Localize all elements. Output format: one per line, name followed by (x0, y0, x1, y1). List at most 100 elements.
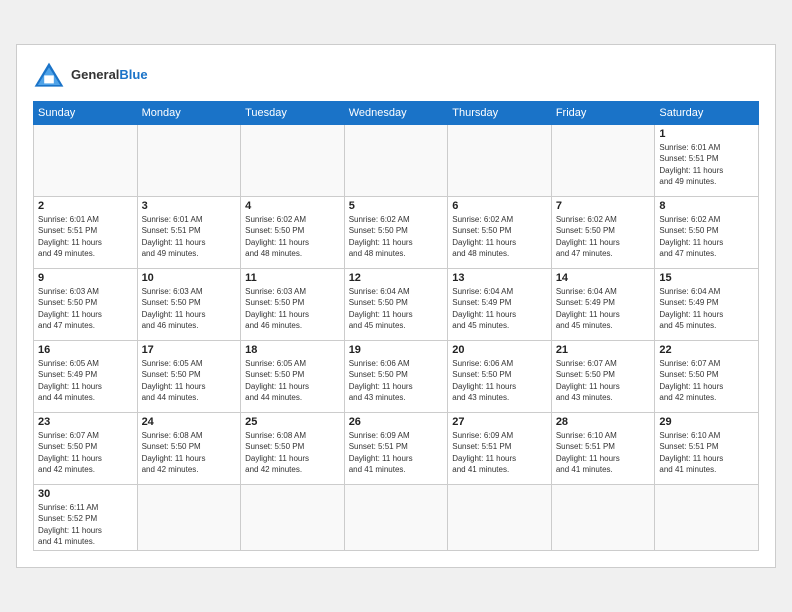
day-cell: 10 Sunrise: 6:03 AM Sunset: 5:50 PM Dayli… (137, 269, 241, 341)
day-number: 11 (245, 272, 340, 284)
day-cell: 13Sunrise: 6:04 AM Sunset: 5:49 PM Dayli… (448, 269, 552, 341)
day-cell: 8 Sunrise: 6:02 AM Sunset: 5:50 PM Daylig… (655, 197, 759, 269)
day-cell (137, 485, 241, 551)
day-info: Sunrise: 6:05 AM Sunset: 5:50 PM Dayligh… (245, 358, 340, 403)
day-cell (344, 485, 448, 551)
day-info: Sunrise: 6:02 AM Sunset: 5:50 PM Dayligh… (556, 214, 651, 259)
day-info: Sunrise: 6:07 AM Sunset: 5:50 PM Dayligh… (556, 358, 651, 403)
day-info: Sunrise: 6:05 AM Sunset: 5:49 PM Dayligh… (38, 358, 133, 403)
day-cell (137, 125, 241, 197)
day-cell (34, 125, 138, 197)
day-cell (551, 485, 655, 551)
day-cell (241, 485, 345, 551)
day-info: Sunrise: 6:03 AM Sunset: 5:50 PM Dayligh… (38, 286, 133, 331)
week-row-6: 30 Sunrise: 6:11 AM Sunset: 5:52 PM Dayli… (34, 485, 759, 551)
day-info: Sunrise: 6:04 AM Sunset: 5:49 PM Dayligh… (659, 286, 754, 331)
day-cell: 15 Sunrise: 6:04 AM Sunset: 5:49 PM Dayli… (655, 269, 759, 341)
day-cell: 27Sunrise: 6:09 AM Sunset: 5:51 PM Dayli… (448, 413, 552, 485)
day-cell: 1Sunrise: 6:01 AM Sunset: 5:51 PM Daylig… (655, 125, 759, 197)
day-number: 1 (659, 128, 754, 140)
calendar-table: SundayMondayTuesdayWednesdayThursdayFrid… (33, 101, 759, 551)
day-cell: 17 Sunrise: 6:05 AM Sunset: 5:50 PM Dayli… (137, 341, 241, 413)
day-info: Sunrise: 6:03 AM Sunset: 5:50 PM Dayligh… (142, 286, 237, 331)
day-cell: 12 Sunrise: 6:04 AM Sunset: 5:50 PM Dayli… (344, 269, 448, 341)
day-number: 22 (659, 344, 754, 356)
day-cell: 20Sunrise: 6:06 AM Sunset: 5:50 PM Dayli… (448, 341, 552, 413)
day-cell: 6 Sunrise: 6:02 AM Sunset: 5:50 PM Daylig… (448, 197, 552, 269)
day-cell: 30 Sunrise: 6:11 AM Sunset: 5:52 PM Dayli… (34, 485, 138, 551)
day-info: Sunrise: 6:08 AM Sunset: 5:50 PM Dayligh… (142, 430, 237, 475)
day-cell: 4 Sunrise: 6:02 AM Sunset: 5:50 PM Daylig… (241, 197, 345, 269)
day-info: Sunrise: 6:07 AM Sunset: 5:50 PM Dayligh… (38, 430, 133, 475)
day-info: Sunrise: 6:10 AM Sunset: 5:51 PM Dayligh… (556, 430, 651, 475)
day-cell: 23 Sunrise: 6:07 AM Sunset: 5:50 PM Dayli… (34, 413, 138, 485)
weekday-header-tuesday: Tuesday (241, 102, 345, 125)
day-number: 17 (142, 344, 237, 356)
day-cell: 11 Sunrise: 6:03 AM Sunset: 5:50 PM Dayli… (241, 269, 345, 341)
day-number: 4 (245, 200, 340, 212)
day-number: 29 (659, 416, 754, 428)
day-info: Sunrise: 6:06 AM Sunset: 5:50 PM Dayligh… (452, 358, 547, 403)
week-row-3: 9Sunrise: 6:03 AM Sunset: 5:50 PM Daylig… (34, 269, 759, 341)
weekday-header-friday: Friday (551, 102, 655, 125)
day-number: 16 (38, 344, 133, 356)
day-cell: 25Sunrise: 6:08 AM Sunset: 5:50 PM Dayli… (241, 413, 345, 485)
day-cell (448, 485, 552, 551)
day-info: Sunrise: 6:02 AM Sunset: 5:50 PM Dayligh… (349, 214, 444, 259)
week-row-4: 16 Sunrise: 6:05 AM Sunset: 5:49 PM Dayli… (34, 341, 759, 413)
weekday-header-saturday: Saturday (655, 102, 759, 125)
day-number: 12 (349, 272, 444, 284)
day-cell: 22 Sunrise: 6:07 AM Sunset: 5:50 PM Dayli… (655, 341, 759, 413)
day-number: 21 (556, 344, 651, 356)
day-info: Sunrise: 6:05 AM Sunset: 5:50 PM Dayligh… (142, 358, 237, 403)
day-number: 30 (38, 488, 133, 500)
week-row-1: 1Sunrise: 6:01 AM Sunset: 5:51 PM Daylig… (34, 125, 759, 197)
weekday-header-monday: Monday (137, 102, 241, 125)
day-info: Sunrise: 6:11 AM Sunset: 5:52 PM Dayligh… (38, 502, 133, 547)
week-row-5: 23 Sunrise: 6:07 AM Sunset: 5:50 PM Dayli… (34, 413, 759, 485)
day-info: Sunrise: 6:01 AM Sunset: 5:51 PM Dayligh… (38, 214, 133, 259)
week-row-2: 2 Sunrise: 6:01 AM Sunset: 5:51 PM Daylig… (34, 197, 759, 269)
day-cell: 26Sunrise: 6:09 AM Sunset: 5:51 PM Dayli… (344, 413, 448, 485)
day-info: Sunrise: 6:02 AM Sunset: 5:50 PM Dayligh… (659, 214, 754, 259)
day-number: 7 (556, 200, 651, 212)
day-info: Sunrise: 6:10 AM Sunset: 5:51 PM Dayligh… (659, 430, 754, 475)
day-cell: 9Sunrise: 6:03 AM Sunset: 5:50 PM Daylig… (34, 269, 138, 341)
day-info: Sunrise: 6:08 AM Sunset: 5:50 PM Dayligh… (245, 430, 340, 475)
weekday-header-sunday: Sunday (34, 102, 138, 125)
day-number: 3 (142, 200, 237, 212)
day-cell: 19 Sunrise: 6:06 AM Sunset: 5:50 PM Dayli… (344, 341, 448, 413)
day-number: 10 (142, 272, 237, 284)
header: GeneralBlue (33, 61, 759, 89)
day-number: 5 (349, 200, 444, 212)
day-cell (344, 125, 448, 197)
day-cell: 2 Sunrise: 6:01 AM Sunset: 5:51 PM Daylig… (34, 197, 138, 269)
day-number: 19 (349, 344, 444, 356)
day-cell: 3 Sunrise: 6:01 AM Sunset: 5:51 PM Daylig… (137, 197, 241, 269)
day-info: Sunrise: 6:04 AM Sunset: 5:50 PM Dayligh… (349, 286, 444, 331)
day-cell: 29 Sunrise: 6:10 AM Sunset: 5:51 PM Dayli… (655, 413, 759, 485)
day-cell: 5 Sunrise: 6:02 AM Sunset: 5:50 PM Daylig… (344, 197, 448, 269)
day-cell (241, 125, 345, 197)
day-number: 14 (556, 272, 651, 284)
day-info: Sunrise: 6:07 AM Sunset: 5:50 PM Dayligh… (659, 358, 754, 403)
day-info: Sunrise: 6:03 AM Sunset: 5:50 PM Dayligh… (245, 286, 340, 331)
day-info: Sunrise: 6:02 AM Sunset: 5:50 PM Dayligh… (245, 214, 340, 259)
logo: GeneralBlue (33, 61, 148, 89)
day-info: Sunrise: 6:04 AM Sunset: 5:49 PM Dayligh… (452, 286, 547, 331)
day-info: Sunrise: 6:02 AM Sunset: 5:50 PM Dayligh… (452, 214, 547, 259)
day-cell: 7 Sunrise: 6:02 AM Sunset: 5:50 PM Daylig… (551, 197, 655, 269)
day-info: Sunrise: 6:01 AM Sunset: 5:51 PM Dayligh… (142, 214, 237, 259)
day-number: 2 (38, 200, 133, 212)
day-cell (448, 125, 552, 197)
weekday-header-wednesday: Wednesday (344, 102, 448, 125)
day-number: 15 (659, 272, 754, 284)
day-info: Sunrise: 6:04 AM Sunset: 5:49 PM Dayligh… (556, 286, 651, 331)
day-number: 18 (245, 344, 340, 356)
day-number: 8 (659, 200, 754, 212)
day-number: 26 (349, 416, 444, 428)
day-number: 23 (38, 416, 133, 428)
weekday-header-thursday: Thursday (448, 102, 552, 125)
day-info: Sunrise: 6:06 AM Sunset: 5:50 PM Dayligh… (349, 358, 444, 403)
day-number: 6 (452, 200, 547, 212)
